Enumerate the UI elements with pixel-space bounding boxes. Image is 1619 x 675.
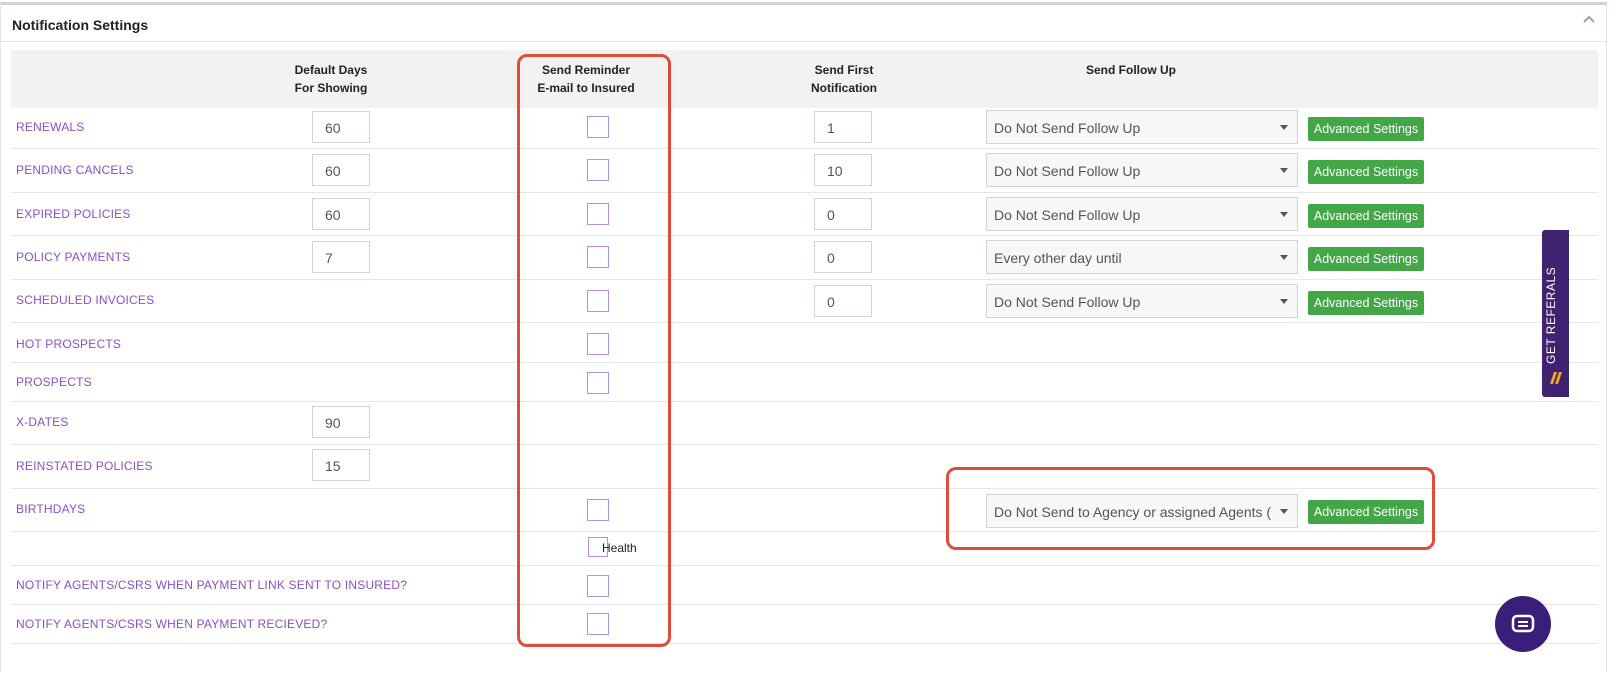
first-notification-input[interactable]: 0 (814, 198, 872, 230)
first-notification-input[interactable]: 0 (814, 285, 872, 317)
panel-title: Notification Settings (12, 17, 149, 33)
dropdown-arrow-icon (1280, 168, 1288, 173)
follow-up-select[interactable]: Do Not Send Follow Up (986, 284, 1298, 318)
table-row: EXPIRED POLICIES 60 0 Do Not Send Follow… (11, 193, 1598, 236)
first-notification-input[interactable]: 1 (814, 111, 872, 143)
follow-up-select[interactable]: Do Not Send Follow Up (986, 110, 1298, 144)
follow-up-select-value: Do Not Send Follow Up (994, 163, 1141, 179)
highlight-reminder-column (517, 54, 671, 647)
row-label: X-DATES (16, 415, 69, 429)
advanced-settings-button[interactable]: Advanced Settings (1308, 117, 1424, 141)
default-days-input[interactable]: 90 (312, 406, 370, 438)
default-days-input[interactable]: 7 (312, 241, 370, 273)
row-label: NOTIFY AGENTS/CSRS WHEN PAYMENT RECIEVED… (16, 617, 328, 631)
dropdown-arrow-icon (1280, 125, 1288, 130)
row-label: PENDING CANCELS (16, 163, 134, 177)
dropdown-arrow-icon (1280, 255, 1288, 260)
table-row: SCHEDULED INVOICES 0 Do Not Send Follow … (11, 280, 1598, 323)
dropdown-arrow-icon (1280, 212, 1288, 217)
row-label: POLICY PAYMENTS (16, 250, 131, 264)
panel-header[interactable]: Notification Settings (1, 5, 1606, 42)
table-row: NOTIFY AGENTS/CSRS WHEN PAYMENT LINK SEN… (11, 566, 1598, 605)
chat-icon (1511, 614, 1535, 633)
table-row: RENEWALS 60 1 Do Not Send Follow Up Adva… (11, 106, 1598, 149)
follow-up-select-value: Do Not Send Follow Up (994, 207, 1141, 223)
table-row: POLICY PAYMENTS 7 0 Every other day unti… (11, 236, 1598, 280)
default-days-input[interactable]: 60 (312, 111, 370, 143)
first-notification-input[interactable]: 0 (814, 241, 872, 273)
first-notification-input[interactable]: 10 (814, 154, 872, 186)
header-send-first: Send First Notification (811, 63, 877, 95)
chat-button[interactable] (1495, 596, 1551, 652)
highlight-birthdays-follow-up (946, 467, 1435, 550)
row-label: SCHEDULED INVOICES (16, 293, 155, 307)
default-days-input[interactable]: 15 (312, 449, 370, 481)
row-label: RENEWALS (16, 120, 85, 134)
advanced-settings-button[interactable]: Advanced Settings (1308, 204, 1424, 228)
get-referrals-label: GET REFERALS (1544, 266, 1558, 364)
table-row: HOT PROSPECTS (11, 323, 1598, 363)
header-default-days: Default Days For Showing (294, 63, 368, 95)
follow-up-select-value: Every other day until (994, 250, 1122, 266)
referral-logo-icon (1550, 372, 1562, 384)
header-send-follow-up: Send Follow Up (1086, 63, 1176, 77)
follow-up-select-value: Do Not Send Follow Up (994, 120, 1141, 136)
default-days-input[interactable]: 60 (312, 154, 370, 186)
follow-up-select-value: Do Not Send Follow Up (994, 294, 1141, 310)
get-referrals-tab[interactable]: GET REFERALS (1542, 230, 1569, 397)
row-label: PROSPECTS (16, 375, 92, 389)
default-days-input[interactable]: 60 (312, 198, 370, 230)
table-header: Default Days For Showing Send Reminder E… (11, 50, 1598, 108)
advanced-settings-button[interactable]: Advanced Settings (1308, 160, 1424, 184)
table-row: NOTIFY AGENTS/CSRS WHEN PAYMENT RECIEVED… (11, 605, 1598, 644)
table-row: X-DATES 90 (11, 402, 1598, 445)
row-label: HOT PROSPECTS (16, 337, 122, 351)
chevron-up-icon[interactable] (1582, 13, 1596, 27)
row-label: BIRTHDAYS (16, 502, 86, 516)
advanced-settings-button[interactable]: Advanced Settings (1308, 291, 1424, 315)
row-label: NOTIFY AGENTS/CSRS WHEN PAYMENT LINK SEN… (16, 578, 408, 592)
follow-up-select[interactable]: Do Not Send Follow Up (986, 197, 1298, 231)
dropdown-arrow-icon (1280, 299, 1288, 304)
advanced-settings-button[interactable]: Advanced Settings (1308, 247, 1424, 271)
follow-up-select[interactable]: Every other day until (986, 240, 1298, 274)
row-label: REINSTATED POLICIES (16, 459, 153, 473)
row-label: EXPIRED POLICIES (16, 207, 131, 221)
table-row: PENDING CANCELS 60 10 Do Not Send Follow… (11, 149, 1598, 193)
table-row: PROSPECTS (11, 363, 1598, 402)
follow-up-select[interactable]: Do Not Send Follow Up (986, 153, 1298, 187)
